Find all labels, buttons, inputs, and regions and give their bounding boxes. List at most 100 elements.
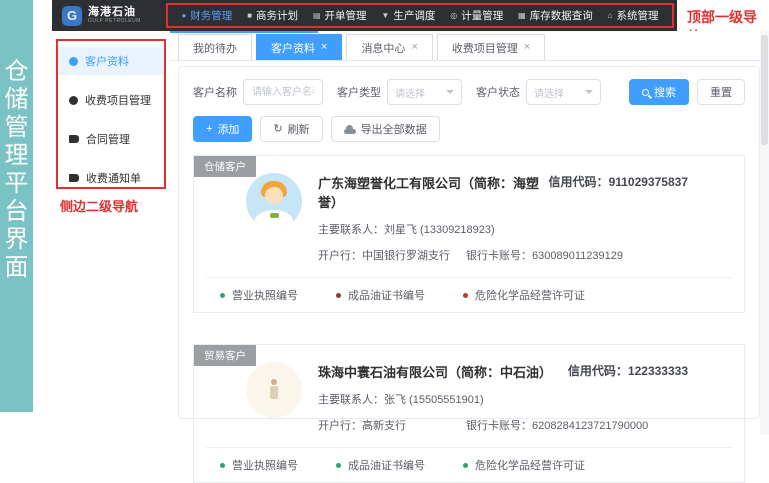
credit-code: 信用代码：911029375837: [549, 173, 688, 190]
strip-char: 仓: [5, 58, 29, 86]
app-logo: G 海港石油 GULF PETROLEUM: [52, 6, 164, 26]
search-icon: [642, 89, 649, 96]
avatar-face: [265, 187, 283, 204]
bank-name: 开户行：中国银行罗湖支行: [318, 247, 466, 263]
funnel-icon: ▼: [381, 11, 389, 20]
strip-char: 理: [5, 142, 29, 170]
fee-circle-icon: [69, 96, 78, 105]
customer-summary: 珠海中寰石油有限公司（简称：中石油） 信用代码：122333333 主要联系人：…: [194, 345, 744, 441]
nav-item-finance[interactable]: ● 财务管理: [181, 8, 232, 23]
close-icon[interactable]: ×: [524, 42, 530, 53]
nav-item-billing[interactable]: ▤ 开单管理: [313, 8, 367, 23]
certificate-links: 营业执照编号 成品油证书编号 危险化学品经营许可证: [194, 448, 744, 482]
bank-name: 开户行：高新支行: [318, 417, 466, 433]
sidebar-item-contracts[interactable]: 合同管理: [58, 125, 164, 153]
main-content-panel: 客户名称 客户类型 请选择 客户状态 请选择 搜索 重置 + 添加 ↻ 刷新: [178, 66, 760, 419]
top-navbar: G 海港石油 GULF PETROLEUM ● 财务管理 ■ 商务计划 ▤ 开单…: [52, 0, 677, 31]
oil-certificate-link[interactable]: 成品油证书编号: [336, 287, 425, 303]
user-icon: ●: [181, 11, 186, 20]
close-icon[interactable]: ×: [321, 42, 327, 53]
contact-value: 刘星飞 (13309218923): [384, 221, 495, 237]
business-license-link[interactable]: 营业执照编号: [220, 457, 298, 473]
nav-item-inventory-query[interactable]: ▦ 库存数据查询: [518, 8, 593, 23]
avatar-head: [271, 379, 277, 385]
company-name: 珠海中寰石油有限公司（简称：中石油）: [318, 362, 552, 381]
sidebar-item-fee-notices[interactable]: 收费通知单: [58, 164, 164, 192]
strip-char: 平: [5, 170, 29, 198]
customer-card-trade: 贸易客户 珠海中寰石油有限公司（简称：中石油） 信用代码：122333333 主…: [193, 344, 745, 483]
toolbar: + 添加 ↻ 刷新 导出全部数据: [193, 116, 745, 142]
group-badge: 贸易客户: [194, 345, 256, 366]
company-name: 广东海塑誉化工有限公司（简称：海塑誉）: [318, 173, 549, 211]
tab-bar: 我的待办 客户资料 × 消息中心 × 收费项目管理 ×: [170, 31, 760, 61]
contact-line: 主要联系人： 刘星飞 (13309218923): [318, 221, 730, 237]
sidebar-item-fee-items[interactable]: 收费项目管理: [58, 86, 164, 114]
export-all-button[interactable]: 导出全部数据: [331, 116, 440, 142]
notice-book-icon: [69, 174, 79, 182]
home-icon: ⌂: [608, 11, 613, 20]
customer-info: 广东海塑誉化工有限公司（简称：海塑誉） 信用代码：911029375837 主要…: [318, 173, 730, 263]
scrollbar-thumb[interactable]: [761, 35, 768, 145]
chevron-down-icon: [585, 90, 593, 98]
add-button[interactable]: + 添加: [193, 116, 252, 142]
group-badge: 仓储客户: [194, 156, 256, 177]
search-button[interactable]: 搜索: [629, 79, 689, 105]
logo-icon: G: [62, 6, 82, 26]
avatar: [246, 362, 302, 418]
avatar-torso: [270, 386, 278, 399]
customer-type-select[interactable]: 请选择: [387, 79, 462, 105]
strip-char: 管: [5, 114, 29, 142]
logo-subtitle: GULF PETROLEUM: [88, 18, 141, 24]
bank-card-no: 银行卡账号：6208284123721790000: [466, 417, 648, 433]
nav-item-system[interactable]: ⌂ 系统管理: [608, 8, 659, 23]
chevron-down-icon: [446, 90, 454, 98]
refresh-icon: ↻: [273, 124, 282, 135]
customer-info: 珠海中寰石油有限公司（简称：中石油） 信用代码：122333333 主要联系人：…: [318, 362, 730, 433]
cloud-export-icon: [344, 129, 356, 134]
customer-status-select[interactable]: 请选择: [526, 79, 601, 105]
status-dot: [336, 463, 341, 468]
bank-line: 开户行：中国银行罗湖支行 银行卡账号：630089011239129: [318, 247, 730, 263]
reset-button[interactable]: 重置: [697, 79, 745, 105]
customer-name-label: 客户名称: [193, 84, 237, 100]
avatar-bowtie: [270, 213, 279, 218]
customer-summary: 广东海塑誉化工有限公司（简称：海塑誉） 信用代码：911029375837 主要…: [194, 156, 744, 271]
bank-line: 开户行：高新支行 银行卡账号：6208284123721790000: [318, 417, 730, 433]
customer-card-warehouse: 仓储客户 广东海塑誉化工有限公司（简称：海塑誉） 信用代码：9110293758…: [193, 155, 745, 313]
business-license-link[interactable]: 营业执照编号: [220, 287, 298, 303]
hazchem-license-link[interactable]: 危险化学品经营许可证: [463, 457, 585, 473]
tab-message-center[interactable]: 消息中心 ×: [346, 34, 432, 60]
strip-char: 台: [5, 198, 29, 226]
contact-line: 主要联系人： 张飞 (15505551901): [318, 391, 730, 407]
strip-char: 储: [5, 86, 29, 114]
refresh-button[interactable]: ↻ 刷新: [260, 116, 322, 142]
vertical-scrollbar[interactable]: [760, 31, 769, 435]
status-dot: [220, 293, 225, 298]
contact-value: 张飞 (15505551901): [384, 391, 484, 407]
close-icon[interactable]: ×: [411, 42, 417, 53]
tab-my-todo[interactable]: 我的待办: [178, 34, 252, 60]
nav-item-metering[interactable]: ◎ 计量管理: [450, 8, 503, 23]
status-dot: [463, 293, 468, 298]
nav-item-business-plan[interactable]: ■ 商务计划: [247, 8, 298, 23]
briefcase-icon: ■: [247, 11, 252, 20]
customer-status-label: 客户状态: [476, 84, 520, 100]
tab-fee-items[interactable]: 收费项目管理 ×: [437, 34, 545, 60]
strip-char: 界: [5, 226, 29, 254]
filter-form: 客户名称 客户类型 请选择 客户状态 请选择 搜索 重置: [193, 79, 745, 105]
vertical-platform-title: 仓 储 管 理 平 台 界 面: [0, 0, 33, 412]
sidebar-annotation-box: 客户资料 收费项目管理 合同管理 收费通知单: [56, 39, 166, 189]
sidebar-annotation-label: 侧边二级导航: [60, 196, 138, 215]
hazchem-license-link[interactable]: 危险化学品经营许可证: [463, 287, 585, 303]
top-nav-annotation-box: ● 财务管理 ■ 商务计划 ▤ 开单管理 ▼ 生产调度 ◎ 计量管理 ▦ 库存数…: [166, 3, 674, 28]
nav-item-production[interactable]: ▼ 生产调度: [381, 8, 435, 23]
oil-certificate-link[interactable]: 成品油证书编号: [336, 457, 425, 473]
status-dot: [220, 463, 225, 468]
sidebar-item-customer-info[interactable]: 客户资料: [58, 47, 164, 75]
customer-type-label: 客户类型: [337, 84, 381, 100]
customer-name-input[interactable]: [243, 79, 323, 105]
info-circle-icon: [69, 57, 78, 66]
avatar: [246, 173, 302, 229]
tab-customer-info[interactable]: 客户资料 ×: [256, 34, 342, 60]
book-icon: [69, 135, 79, 143]
